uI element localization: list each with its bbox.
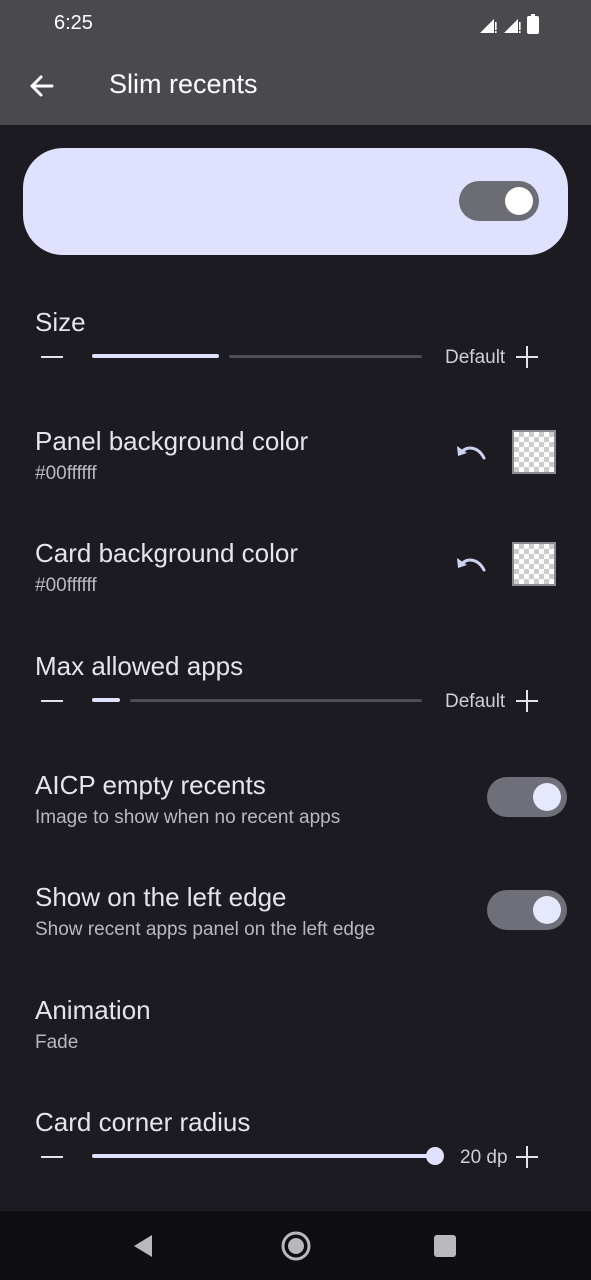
corner-radius-decrease-button[interactable]: [41, 1156, 63, 1158]
left-edge-toggle-thumb: [533, 896, 561, 924]
navigation-bar: [0, 1211, 591, 1280]
animation-value: Fade: [35, 1032, 79, 1053]
size-title: Size: [35, 307, 86, 337]
card-bg-reset-icon[interactable]: [452, 550, 492, 582]
aicp-subtitle: Image to show when no recent apps: [35, 807, 341, 828]
left-edge-subtitle: Show recent apps panel on the left edge: [35, 919, 376, 940]
max-apps-slider-active-track[interactable]: [92, 698, 120, 702]
status-icons: [479, 12, 539, 34]
battery-icon: [527, 14, 539, 34]
aicp-toggle[interactable]: [487, 777, 567, 817]
size-value: Default: [445, 347, 506, 368]
max-apps-decrease-button[interactable]: [41, 700, 63, 702]
left-edge-toggle[interactable]: [487, 890, 567, 930]
max-apps-increase-button[interactable]: [516, 690, 538, 712]
aicp-toggle-thumb: [533, 783, 561, 811]
left-edge-title: Show on the left edge: [35, 882, 287, 912]
signal-icon: [480, 19, 497, 33]
corner-radius-value: 20 dp: [460, 1147, 508, 1168]
corner-radius-slider-active-track[interactable]: [92, 1154, 432, 1158]
corner-radius-title: Card corner radius: [35, 1107, 251, 1137]
card-bg-value: #00ffffff: [35, 575, 97, 596]
card-bg-title: Card background color: [35, 538, 299, 568]
panel-bg-color-swatch[interactable]: [512, 430, 556, 474]
corner-radius-slider-thumb[interactable]: [426, 1147, 444, 1165]
page-title: Slim recents: [109, 69, 258, 99]
size-decrease-button[interactable]: [41, 356, 63, 358]
master-switch-card[interactable]: [23, 148, 568, 255]
app-bar: Slim recents: [0, 48, 591, 125]
status-bar: 6:25: [0, 0, 591, 48]
nav-home-icon[interactable]: [280, 1230, 312, 1262]
back-arrow-icon[interactable]: [24, 68, 60, 104]
max-apps-slider-inactive-track[interactable]: [130, 699, 422, 702]
nav-recents-icon[interactable]: [434, 1235, 456, 1257]
card-bg-color-swatch[interactable]: [512, 542, 556, 586]
animation-title[interactable]: Animation: [35, 995, 151, 1026]
signal-icon-2: [504, 19, 521, 33]
panel-bg-reset-icon[interactable]: [452, 438, 492, 470]
size-increase-button[interactable]: [516, 346, 538, 368]
max-apps-value: Default: [445, 691, 506, 712]
status-time: 6:25: [54, 12, 93, 34]
master-toggle[interactable]: [459, 181, 539, 221]
aicp-title: AICP empty recents: [35, 770, 266, 800]
panel-bg-title: Panel background color: [35, 426, 309, 456]
master-toggle-thumb: [505, 187, 533, 215]
nav-back-icon[interactable]: [130, 1232, 158, 1260]
panel-bg-value: #00ffffff: [35, 463, 97, 484]
corner-radius-increase-button[interactable]: [516, 1146, 538, 1168]
size-slider-inactive-track[interactable]: [229, 355, 422, 358]
size-slider-active-track[interactable]: [92, 354, 219, 358]
max-apps-title: Max allowed apps: [35, 651, 244, 681]
